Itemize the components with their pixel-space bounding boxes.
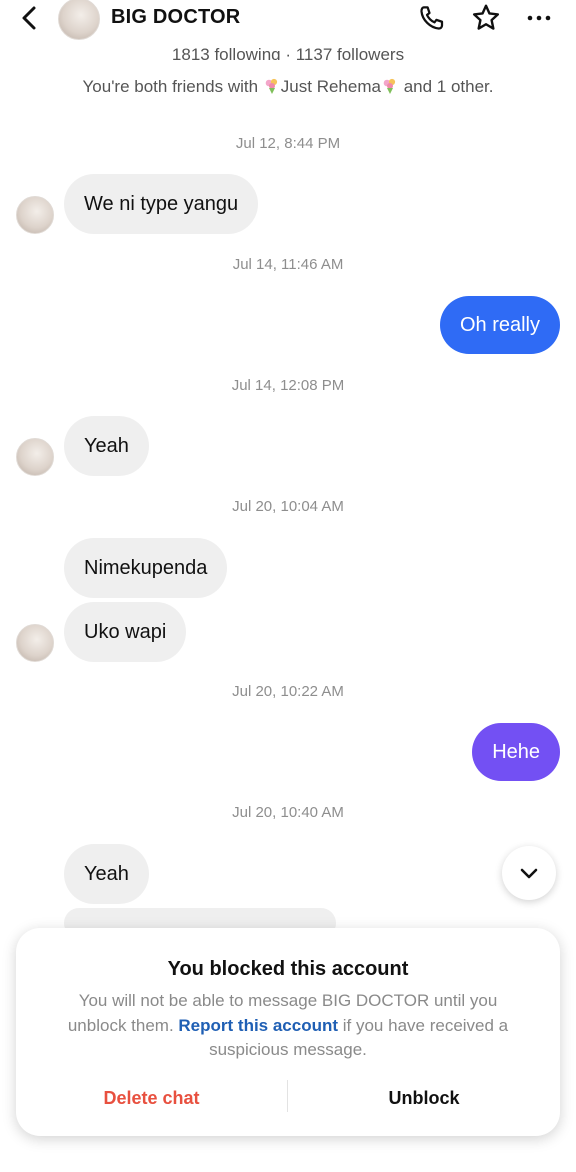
- incoming-message[interactable]: Yeah: [64, 416, 149, 476]
- phone-icon[interactable]: [417, 3, 447, 33]
- mutual-prefix: You're both friends with: [82, 77, 263, 96]
- blocked-account-card: You blocked this account You will not be…: [16, 928, 560, 1136]
- incoming-message[interactable]: Uko wapi: [64, 602, 187, 662]
- incoming-message[interactable]: We ni type yangu: [64, 174, 259, 234]
- bouquet-emoji-icon: [265, 78, 277, 94]
- contact-avatar[interactable]: [58, 0, 100, 40]
- incoming-message[interactable]: Nimekupenda: [64, 538, 228, 598]
- mutual-friends[interactable]: You're both friends with Just Rehema and…: [0, 77, 576, 97]
- back-icon[interactable]: [14, 2, 46, 34]
- contact-avatar[interactable]: [16, 438, 54, 476]
- bouquet-emoji-icon: [383, 78, 396, 94]
- message-timestamp: Jul 14, 11:46 AM: [232, 256, 344, 273]
- incoming-message[interactable]: Yeah: [64, 844, 149, 904]
- chat-header: BIG DOCTOR: [0, 0, 576, 40]
- blocked-description: You will not be able to message BIG DOCT…: [50, 989, 526, 1063]
- message-timestamp: Jul 20, 10:04 AM: [232, 498, 344, 515]
- mutual-suffix: and 1 other.: [398, 77, 494, 96]
- message-timestamp: Jul 12, 8:44 PM: [235, 135, 341, 152]
- chevron-down-icon: [520, 868, 538, 879]
- message-timestamp: Jul 20, 10:22 AM: [232, 683, 344, 700]
- outgoing-message[interactable]: Hehe: [472, 723, 560, 781]
- blocked-title: You blocked this account: [167, 958, 409, 980]
- star-icon[interactable]: [470, 2, 502, 34]
- contact-avatar[interactable]: [16, 196, 54, 234]
- report-account-link[interactable]: Report this account: [178, 1016, 338, 1035]
- delete-chat-button[interactable]: Delete chat: [16, 1088, 287, 1109]
- profile-stats: 1813 following · 1137 followers: [171, 45, 405, 60]
- scroll-to-bottom-button[interactable]: [502, 846, 556, 900]
- contact-avatar[interactable]: [16, 624, 54, 662]
- more-icon[interactable]: [525, 6, 553, 30]
- message-timestamp: Jul 14, 12:08 PM: [231, 377, 345, 394]
- outgoing-message[interactable]: Oh really: [439, 296, 560, 354]
- mutual-friend-name[interactable]: Just Rehema: [281, 77, 381, 96]
- message-timestamp: Jul 20, 10:40 AM: [232, 804, 344, 821]
- contact-name[interactable]: BIG DOCTOR: [111, 6, 240, 29]
- unblock-button[interactable]: Unblock: [288, 1088, 560, 1109]
